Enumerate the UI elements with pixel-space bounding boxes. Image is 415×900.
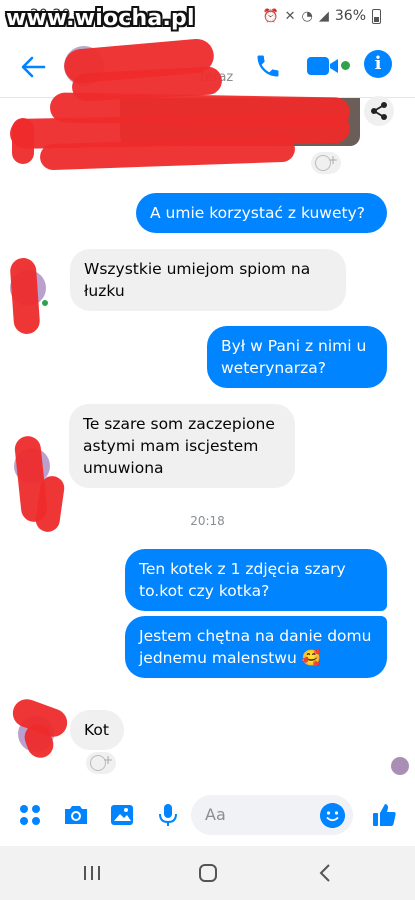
message-text: Te szare som zaczepione astymi mam iscje…: [83, 415, 275, 477]
redaction-mark: [9, 257, 41, 335]
home-icon[interactable]: [196, 861, 220, 885]
system-nav-bar: [0, 846, 415, 900]
wifi-icon: ◔: [301, 8, 313, 24]
info-icon[interactable]: i: [364, 50, 392, 78]
mute-icon: ✕: [284, 8, 296, 24]
seen-avatar: [391, 757, 409, 775]
message-input-placeholder: Aa: [205, 805, 226, 824]
share-icon[interactable]: [364, 96, 394, 126]
thumbs-up-icon[interactable]: [370, 801, 398, 829]
message-text: Był w Pani z nimi u weterynarza?: [221, 337, 367, 377]
recents-icon[interactable]: [80, 861, 104, 885]
alarm-icon: ⏰: [262, 8, 279, 24]
apps-icon[interactable]: [16, 801, 44, 829]
signal-icon: ◢: [318, 8, 329, 24]
message-text: A umie korzystać z kuwety?: [150, 204, 365, 222]
message-text: Jestem chętna na danie domu jednemu male…: [139, 627, 372, 667]
message-bubble-outgoing[interactable]: Jestem chętna na danie domu jednemu male…: [125, 616, 387, 678]
phone-icon[interactable]: [254, 52, 282, 80]
online-indicator: [40, 298, 50, 308]
battery-level: 36%: [334, 8, 366, 24]
redaction-mark: [12, 118, 34, 164]
message-timestamp: 20:18: [190, 514, 225, 528]
message-bubble-incoming[interactable]: Te szare som zaczepione astymi mam iscje…: [69, 404, 295, 488]
message-composer: Aa: [0, 786, 415, 844]
back-arrow-icon[interactable]: [18, 52, 48, 82]
microphone-icon[interactable]: [154, 801, 182, 829]
back-icon[interactable]: [314, 861, 338, 885]
message-text: Ten kotek z 1 zdjęcia szary to.kot czy k…: [139, 560, 346, 600]
emoji-icon[interactable]: [320, 803, 345, 828]
smiling-face-hearts-emoji: 🥰: [301, 649, 322, 667]
online-indicator: [341, 61, 350, 70]
message-bubble-incoming[interactable]: Kot: [70, 710, 124, 750]
camera-icon[interactable]: [62, 801, 90, 829]
message-bubble-outgoing[interactable]: A umie korzystać z kuwety?: [136, 193, 387, 233]
watermark: www.wiocha.pl: [6, 6, 195, 31]
message-bubble-incoming[interactable]: Wszystkie umiejom spiom na łuzku: [70, 249, 346, 311]
message-text: Wszystkie umiejom spiom na łuzku: [84, 260, 311, 300]
battery-icon: [372, 8, 381, 24]
message-text: Kot: [84, 721, 109, 739]
add-reaction-icon[interactable]: +: [311, 152, 341, 174]
message-bubble-outgoing[interactable]: Ten kotek z 1 zdjęcia szary to.kot czy k…: [125, 549, 387, 611]
video-icon[interactable]: [306, 54, 340, 78]
add-reaction-icon[interactable]: +: [86, 752, 116, 774]
message-bubble-outgoing[interactable]: Był w Pani z nimi u weterynarza?: [207, 326, 387, 388]
gallery-icon[interactable]: [108, 801, 136, 829]
status-icons: ⏰ ✕ ◔ ◢ 36%: [262, 8, 381, 24]
